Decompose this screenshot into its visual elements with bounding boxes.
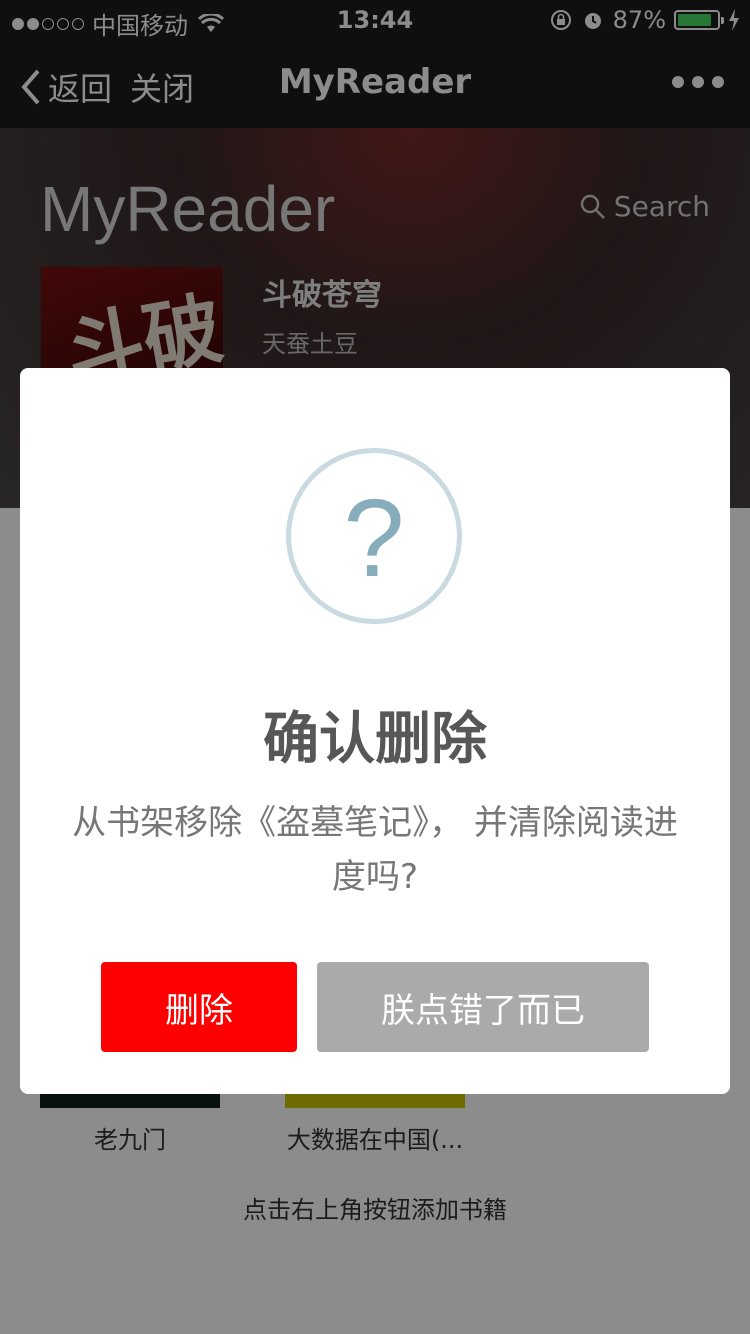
question-icon: ?	[286, 448, 462, 624]
confirm-delete-dialog: ? 确认删除 从书架移除《盗墓笔记》， 并清除阅读进度吗? 删除 朕点错了而已	[20, 368, 730, 1094]
delete-button[interactable]: 删除	[101, 962, 297, 1052]
dialog-title: 确认删除	[263, 707, 487, 772]
dialog-message: 从书架移除《盗墓笔记》， 并清除阅读进度吗?	[72, 803, 678, 897]
cancel-button[interactable]: 朕点错了而已	[317, 962, 649, 1052]
